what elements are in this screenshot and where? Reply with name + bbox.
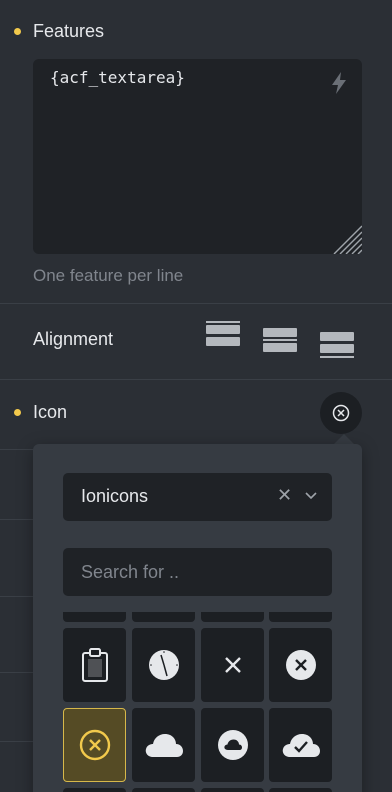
dynamic-data-bolt-icon[interactable] <box>330 71 348 95</box>
icon-cell-clipboard[interactable] <box>63 628 126 702</box>
time-icon <box>148 650 179 680</box>
icon-cell-cloud[interactable] <box>132 708 195 782</box>
icon-cell[interactable] <box>63 788 126 792</box>
icon-cell[interactable] <box>269 612 332 622</box>
close-circle-icon <box>285 650 316 680</box>
features-dynamic-dot <box>14 28 21 35</box>
cloud-circle-icon <box>217 730 248 760</box>
icon-cell[interactable] <box>63 612 126 622</box>
icon-dynamic-dot <box>14 409 21 416</box>
icon-library-select[interactable]: Ionicons ✕ <box>63 473 332 521</box>
features-textarea[interactable]: {acf_textarea} <box>33 59 362 254</box>
cloud-done-icon <box>282 734 320 757</box>
icon-picker-popup: Ionicons ✕ <box>33 444 362 792</box>
features-label: Features <box>33 21 105 41</box>
align-middle-icon[interactable] <box>263 326 297 356</box>
icon-cell-close-circle[interactable] <box>269 628 332 702</box>
divider <box>0 519 33 520</box>
icon-library-value: Ionicons <box>81 486 149 506</box>
popup-arrow <box>334 434 354 444</box>
icon-cell[interactable] <box>201 612 264 622</box>
icon-cell[interactable] <box>132 612 195 622</box>
icon-cell[interactable] <box>201 788 264 792</box>
icon-cell-close[interactable] <box>201 628 264 702</box>
cloud-icon <box>145 734 183 757</box>
icon-cell-close-circle-outline[interactable] <box>63 708 126 782</box>
divider <box>0 449 33 450</box>
chevron-down-icon[interactable] <box>304 489 318 503</box>
divider <box>0 379 392 380</box>
icon-search-input[interactable] <box>63 548 332 596</box>
divider <box>0 303 392 304</box>
resize-handle-icon[interactable] <box>328 220 362 254</box>
align-top-icon[interactable] <box>206 321 240 351</box>
icon-label: Icon <box>33 402 68 422</box>
alignment-label: Alignment <box>33 329 114 349</box>
icon-cell-time[interactable] <box>132 628 195 702</box>
icon-cell-cloud-circle[interactable] <box>201 708 264 782</box>
close-icon <box>224 657 241 673</box>
features-textarea-value[interactable]: {acf_textarea} <box>50 68 185 87</box>
icon-cell[interactable] <box>269 788 332 792</box>
close-circle-icon <box>332 404 350 422</box>
clipboard-icon <box>81 648 108 682</box>
divider <box>0 596 33 597</box>
icon-cell-cloud-done[interactable] <box>269 708 332 782</box>
clear-selection-icon[interactable]: ✕ <box>277 485 292 506</box>
icon-cell[interactable] <box>132 788 195 792</box>
divider <box>0 672 33 673</box>
icon-clear-button[interactable] <box>320 392 362 434</box>
align-bottom-icon[interactable] <box>320 330 354 360</box>
divider <box>0 741 33 742</box>
features-hint: One feature per line <box>33 266 184 285</box>
close-circle-outline-icon <box>79 729 110 761</box>
